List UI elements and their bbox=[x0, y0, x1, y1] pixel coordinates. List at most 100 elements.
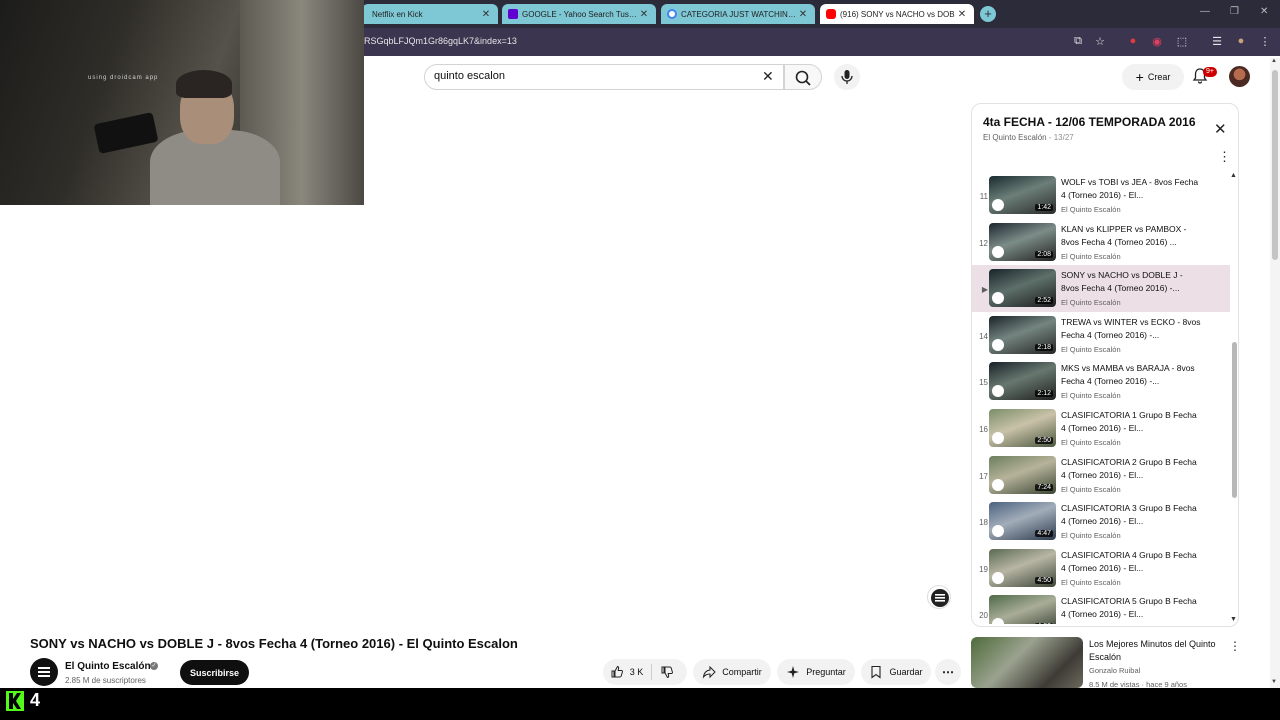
page-scrollbar-thumb[interactable] bbox=[1272, 70, 1278, 260]
playlist-item-title[interactable]: SONY vs NACHO vs DOBLE J - 8vos Fecha 4 … bbox=[1061, 269, 1201, 295]
channel-avatar[interactable] bbox=[30, 658, 58, 686]
playlist-item-title[interactable]: WOLF vs TOBI vs JEA - 8vos Fecha 4 (Torn… bbox=[1061, 176, 1201, 202]
playlist-item-thumbnail[interactable]: 1:42 bbox=[989, 176, 1056, 214]
playlist-scrollbar[interactable] bbox=[1232, 342, 1237, 498]
playlist-scroll-down-icon[interactable]: ▼ bbox=[1230, 616, 1237, 623]
playlist-item-thumbnail[interactable]: 2:50 bbox=[989, 408, 1056, 447]
playlist-item-channel[interactable]: El Quinto Escalón bbox=[1061, 205, 1201, 214]
playlist-item-index: 17 bbox=[979, 471, 988, 481]
tab-1-close-icon[interactable]: ✕ bbox=[638, 9, 650, 20]
tab-2[interactable]: CATEGORIA JUST WATCHING K ✕ bbox=[661, 4, 815, 24]
playlist-item[interactable]: 20 4:32 CLASIFICATORIA 5 Grupo B Fecha 4 (… bbox=[972, 591, 1230, 624]
recommendation-thumbnail[interactable] bbox=[971, 637, 1083, 688]
close-window-icon[interactable]: ✕ bbox=[1260, 6, 1268, 17]
playlist-item-title[interactable]: KLAN vs KLIPPER vs PAMBOX - 8vos Fecha 4… bbox=[1061, 223, 1201, 249]
recommendation-channel[interactable]: Gonzalo Ruibal bbox=[1089, 666, 1140, 675]
save-button[interactable]: Guardar bbox=[861, 659, 931, 685]
playlist-item-current[interactable]: ▶ 2:52 SONY vs NACHO vs DOBLE J - 8vos Fec… bbox=[972, 265, 1230, 312]
page-scroll-down-icon[interactable]: ▼ bbox=[1271, 679, 1277, 685]
playlist-item-channel[interactable]: El Quinto Escalón bbox=[1061, 298, 1201, 307]
subscribe-button[interactable]: Suscribirse bbox=[180, 660, 249, 685]
search-button[interactable] bbox=[784, 64, 822, 90]
extensions-puzzle-icon[interactable]: ⬚ bbox=[1175, 35, 1189, 48]
tab-0-close-icon[interactable]: ✕ bbox=[480, 9, 492, 20]
playlist-item-channel[interactable]: El Quinto Escalón bbox=[1061, 252, 1201, 261]
url-text[interactable]: RSGqbLFJQm1Gr86gqLK7&index=13 bbox=[364, 36, 517, 46]
thumbs-down-icon[interactable] bbox=[660, 665, 674, 679]
channel-stamp-icon bbox=[992, 385, 1004, 398]
playlist-item-channel[interactable]: El Quinto Escalón bbox=[1061, 345, 1201, 354]
page-scroll-up-icon[interactable]: ▲ bbox=[1271, 58, 1277, 64]
tab-3-close-icon[interactable]: ✕ bbox=[956, 9, 968, 20]
kick-logo-icon[interactable] bbox=[6, 691, 24, 711]
playlist-item[interactable]: 17 7:24 CLASIFICATORIA 2 Grupo B Fecha 4 (… bbox=[972, 452, 1230, 499]
playlist-item[interactable]: 16 2:50 CLASIFICATORIA 1 Grupo B Fecha 4 (… bbox=[972, 405, 1230, 452]
playlist-scroll-up-icon[interactable]: ▲ bbox=[1230, 172, 1237, 179]
ask-button[interactable]: Preguntar bbox=[777, 659, 855, 685]
tab-3[interactable]: (916) SONY vs NACHO vs DOB ✕ bbox=[820, 4, 974, 24]
playlist-item-channel[interactable]: El Quinto Escalón bbox=[1061, 485, 1201, 494]
new-tab-button[interactable]: + bbox=[980, 6, 996, 22]
reading-list-icon[interactable]: ☰ bbox=[1210, 35, 1224, 48]
install-icon[interactable]: ⧉ bbox=[1071, 35, 1085, 48]
playlist-item[interactable]: 12 2:08 KLAN vs KLIPPER vs PAMBOX - 8vos F… bbox=[972, 219, 1230, 266]
profile-icon[interactable]: ● bbox=[1234, 35, 1248, 47]
notifications-badge: 9+ bbox=[1203, 67, 1217, 77]
playlist-item-channel[interactable]: El Quinto Escalón bbox=[1061, 438, 1201, 447]
playlist-item-channel[interactable]: El Quinto Escalón bbox=[1061, 531, 1201, 540]
playlist-item-thumbnail[interactable]: 4:47 bbox=[989, 502, 1056, 541]
webcam-microphone bbox=[93, 112, 159, 154]
playlist-item-thumbnail[interactable]: 2:08 bbox=[989, 222, 1056, 261]
extension-red-icon[interactable]: ● bbox=[1126, 35, 1140, 47]
playlist-item[interactable]: 14 2:18 TREWA vs WINTER vs ECKO - 8vos Fec… bbox=[972, 312, 1230, 359]
playlist-item-title[interactable]: CLASIFICATORIA 5 Grupo B Fecha 4 (Torneo… bbox=[1061, 595, 1201, 621]
clear-search-icon[interactable]: ✕ bbox=[762, 68, 774, 85]
playlist-item-text: CLASIFICATORIA 3 Grupo B Fecha 4 (Torneo… bbox=[1061, 502, 1201, 540]
playlist-item-title[interactable]: CLASIFICATORIA 2 Grupo B Fecha 4 (Torneo… bbox=[1061, 456, 1201, 482]
channel-watermark-icon[interactable] bbox=[927, 585, 951, 609]
playlist-item-title[interactable]: CLASIFICATORIA 1 Grupo B Fecha 4 (Torneo… bbox=[1061, 409, 1201, 435]
playlist-item-channel[interactable]: El Quinto Escalón bbox=[1061, 391, 1201, 400]
search-input-value[interactable]: quinto escalon bbox=[434, 70, 505, 82]
playlist-item[interactable]: 18 4:47 CLASIFICATORIA 3 Grupo B Fecha 4 (… bbox=[972, 498, 1230, 545]
playlist-item-title[interactable]: CLASIFICATORIA 4 Grupo B Fecha 4 (Torneo… bbox=[1061, 549, 1201, 575]
playlist-item-thumbnail[interactable]: 2:12 bbox=[989, 362, 1056, 401]
share-label: Compartir bbox=[722, 667, 762, 677]
playlist-item-channel[interactable]: El Quinto Escalón bbox=[1061, 578, 1201, 587]
playlist-item-title[interactable]: TREWA vs WINTER vs ECKO - 8vos Fecha 4 (… bbox=[1061, 316, 1201, 342]
more-actions-button[interactable]: ⋯ bbox=[935, 659, 961, 685]
minimize-icon[interactable]: — bbox=[1200, 6, 1210, 17]
playlist-item-title[interactable]: MKS vs MAMBA vs BARAJA - 8vos Fecha 4 (T… bbox=[1061, 362, 1201, 388]
tab-2-close-icon[interactable]: ✕ bbox=[797, 9, 809, 20]
tab-0[interactable]: Netflix en Kick ✕ bbox=[362, 4, 498, 24]
video-player[interactable] bbox=[364, 96, 960, 616]
playlist-item[interactable]: 11 1:42 WOLF vs TOBI vs JEA - 8vos Fecha 4… bbox=[972, 172, 1230, 219]
playlist-item-title[interactable]: CLASIFICATORIA 3 Grupo B Fecha 4 (Torneo… bbox=[1061, 502, 1201, 528]
playlist-item-thumbnail[interactable]: 2:18 bbox=[989, 315, 1056, 354]
bookmark-star-icon[interactable]: ☆ bbox=[1093, 35, 1107, 48]
playlist-channel[interactable]: El Quinto Escalón bbox=[983, 133, 1047, 142]
playlist-item-thumbnail[interactable]: 4:50 bbox=[989, 548, 1056, 587]
tab-1[interactable]: GOOGLE - Yahoo Search Tus re ✕ bbox=[502, 4, 656, 24]
account-avatar[interactable] bbox=[1229, 66, 1250, 87]
playlist-item[interactable]: 19 4:50 CLASIFICATORIA 4 Grupo B Fecha 4 (… bbox=[972, 545, 1230, 592]
voice-search-button[interactable] bbox=[834, 64, 860, 90]
close-playlist-icon[interactable]: ✕ bbox=[1214, 120, 1227, 138]
playlist-item-thumbnail[interactable]: 7:24 bbox=[989, 455, 1056, 494]
share-button[interactable]: Compartir bbox=[693, 659, 771, 685]
playlist-title[interactable]: 4ta FECHA - 12/06 TEMPORADA 2016 bbox=[983, 115, 1205, 129]
extension-record-icon[interactable]: ◉ bbox=[1150, 35, 1164, 48]
create-button[interactable]: + Crear bbox=[1122, 64, 1184, 90]
tab-1-label: GOOGLE - Yahoo Search Tus re bbox=[522, 9, 638, 19]
recommendation-title[interactable]: Los Mejores Minutos del Quinto Escalón bbox=[1089, 638, 1225, 664]
channel-name[interactable]: El Quinto Escalón bbox=[65, 661, 151, 672]
playlist-menu-icon[interactable]: ⋮ bbox=[1218, 150, 1231, 163]
playlist-item[interactable]: 15 2:12 MKS vs MAMBA vs BARAJA - 8vos Fech… bbox=[972, 358, 1230, 405]
playlist-item-thumbnail[interactable]: 2:52 bbox=[989, 269, 1056, 308]
playlist-item-index: 19 bbox=[979, 564, 988, 574]
playlist-item-thumbnail[interactable]: 4:32 bbox=[989, 595, 1056, 624]
like-button[interactable]: 3 K bbox=[610, 665, 643, 679]
browser-menu-icon[interactable]: ⋮ bbox=[1258, 35, 1272, 48]
recommendation-menu-icon[interactable]: ⋮ bbox=[1229, 639, 1241, 653]
maximize-icon[interactable]: ❐ bbox=[1230, 6, 1239, 17]
